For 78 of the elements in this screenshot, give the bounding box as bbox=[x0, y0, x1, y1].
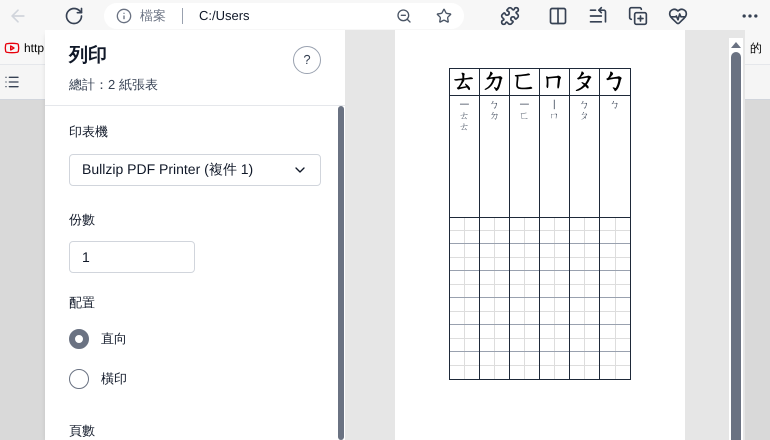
stroke-order-text: ㄅ bbox=[610, 100, 620, 113]
scrollbar-thumb[interactable] bbox=[731, 52, 741, 440]
practice-grid-cell bbox=[540, 244, 569, 272]
practice-grid-cell bbox=[510, 352, 539, 379]
practice-grid-cell bbox=[570, 352, 599, 379]
practice-grid-cell bbox=[600, 271, 630, 298]
character-cell: ㄈ bbox=[510, 69, 539, 96]
radio-label: 橫印 bbox=[101, 370, 127, 388]
radio-label: 直向 bbox=[101, 330, 127, 348]
practice-grid-cell bbox=[450, 218, 479, 244]
layout-label: 配置 bbox=[69, 294, 96, 312]
bookmark-text[interactable]: 的 bbox=[750, 39, 762, 57]
practice-grid-cell bbox=[510, 325, 539, 352]
practice-grid-cell bbox=[480, 244, 509, 272]
split-screen-icon[interactable] bbox=[548, 6, 568, 26]
stroke-order-text: 丨ㄇ bbox=[550, 100, 560, 124]
sheet-count: 總計：2 紙張表 bbox=[69, 76, 158, 94]
help-button[interactable]: ? bbox=[293, 46, 321, 74]
practice-grid-cell bbox=[570, 244, 599, 272]
practice-grid-cell bbox=[570, 325, 599, 352]
practice-grid-cell bbox=[570, 298, 599, 326]
practice-grid-cell bbox=[450, 325, 479, 352]
practice-grid-cell bbox=[480, 271, 509, 298]
copies-field[interactable]: 1 bbox=[69, 241, 195, 273]
practice-grid-cell bbox=[570, 271, 599, 298]
copies-label: 份數 bbox=[69, 210, 96, 228]
practice-grid-cell bbox=[540, 271, 569, 298]
practice-grid-cell bbox=[510, 218, 539, 244]
practice-grid-cell bbox=[510, 244, 539, 272]
character-cell: ㄆ bbox=[570, 69, 599, 96]
practice-grid-cell bbox=[450, 244, 479, 272]
stroke-order-text: 一ㄈ bbox=[520, 100, 530, 124]
stroke-order-text: ㄅㄉ bbox=[490, 100, 500, 124]
practice-grid-cell bbox=[600, 244, 630, 272]
site-label: 檔案 bbox=[140, 7, 166, 26]
scrollbar-thumb[interactable] bbox=[338, 106, 344, 440]
info-icon[interactable] bbox=[116, 8, 132, 24]
character-cell: ㄅ bbox=[600, 69, 630, 96]
practice-grid-cell bbox=[600, 218, 630, 244]
url-text: C:/Users bbox=[199, 7, 250, 26]
address-bar[interactable]: 檔案 C:/Users bbox=[104, 3, 464, 29]
pages-label: 頁數 bbox=[69, 422, 96, 440]
character-cell: ㄇ bbox=[540, 69, 569, 96]
practice-grid-cell bbox=[450, 352, 479, 379]
radio-button[interactable] bbox=[69, 368, 89, 388]
dialog-title: 列印 bbox=[69, 44, 108, 68]
practice-grid-cell bbox=[480, 298, 509, 326]
practice-grid-cell bbox=[600, 352, 630, 379]
collections-icon[interactable] bbox=[628, 6, 648, 26]
stroke-order-text: ㄅㄆ bbox=[580, 100, 590, 124]
printer-label: 印表機 bbox=[69, 123, 109, 141]
practice-grid-cell bbox=[480, 325, 509, 352]
practice-grid-cell bbox=[540, 352, 569, 379]
practice-grid-cell bbox=[450, 298, 479, 326]
character-cell: ㄊ bbox=[450, 69, 479, 96]
practice-grid-cell bbox=[600, 325, 630, 352]
video-site-icon[interactable] bbox=[4, 40, 20, 56]
health-icon[interactable] bbox=[668, 6, 688, 26]
practice-grid-cell bbox=[480, 352, 509, 379]
practice-grid-cell bbox=[480, 218, 509, 244]
bookmark-text[interactable]: http bbox=[24, 39, 44, 57]
list-icon[interactable] bbox=[4, 74, 20, 90]
zoom-out-icon[interactable] bbox=[396, 8, 412, 24]
practice-grid-cell bbox=[600, 298, 630, 326]
practice-grid-cell bbox=[570, 218, 599, 244]
practice-grid-cell bbox=[540, 298, 569, 326]
character-cell: ㄉ bbox=[480, 69, 509, 96]
puzzle-icon[interactable] bbox=[500, 6, 520, 26]
printer-dropdown[interactable]: Bullzip PDF Printer (複件 1) bbox=[69, 154, 321, 186]
practice-grid-cell bbox=[510, 271, 539, 298]
reload-icon[interactable] bbox=[64, 6, 84, 26]
star-icon[interactable] bbox=[436, 8, 452, 24]
radio-button[interactable] bbox=[69, 328, 89, 348]
practice-grid-cell bbox=[540, 325, 569, 352]
practice-grid-cell bbox=[540, 218, 569, 244]
practice-grid-cell bbox=[510, 298, 539, 326]
stroke-order-text: 一ㄊㄊ bbox=[460, 100, 470, 135]
practice-grid-cell bbox=[450, 271, 479, 298]
